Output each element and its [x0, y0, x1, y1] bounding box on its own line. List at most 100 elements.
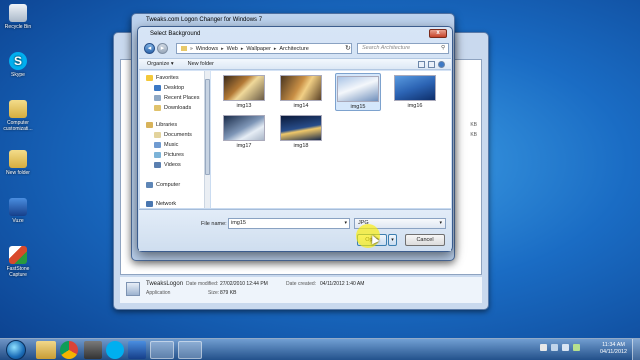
- file-name: img15: [350, 104, 366, 110]
- taskbar-vuze-icon[interactable]: [128, 341, 146, 359]
- desktop-icon-new-folder[interactable]: New folder: [2, 150, 34, 176]
- network-icon[interactable]: [551, 344, 558, 351]
- flag-icon[interactable]: [540, 344, 547, 351]
- open-dropdown-button[interactable]: ▾: [388, 234, 397, 246]
- application-icon: [126, 282, 140, 296]
- show-desktop-button[interactable]: [632, 339, 640, 360]
- nav-label: Network: [156, 201, 177, 207]
- select-background-dialog: Select Background x ◂ ▸ » Windows ▸ Web …: [137, 26, 453, 252]
- date-created-value: 04/11/2012 1:40 AM: [320, 281, 365, 287]
- image-preview: [280, 75, 322, 101]
- file-thumbnail[interactable]: img13: [221, 75, 267, 109]
- file-name: img13: [236, 103, 252, 109]
- command-toolbar: Organize ▾ New folder: [139, 58, 451, 70]
- recycle-bin-icon: [9, 4, 27, 22]
- organize-button[interactable]: Organize ▾: [147, 61, 174, 67]
- desktop-icon-computer-customization[interactable]: Computer customizati...: [2, 100, 34, 132]
- libraries-icon: [146, 122, 153, 128]
- taskbar-window-icon[interactable]: [178, 341, 202, 359]
- navigation-bar: ◂ ▸ » Windows ▸ Web ▸ Wallpaper ▸ Archit…: [142, 42, 449, 56]
- desktop-icon-skype[interactable]: S Skype: [2, 52, 34, 78]
- power-icon[interactable]: [573, 344, 580, 351]
- desktop-icon-label: New folder: [6, 170, 30, 176]
- image-preview: [394, 75, 436, 101]
- search-input[interactable]: Search Architecture ⚲: [357, 43, 449, 54]
- file-name: img18: [293, 143, 309, 149]
- taskbar-media-icon[interactable]: [84, 341, 102, 359]
- music-icon: [154, 142, 161, 148]
- details-pane: TweaksLogon Application Date modified: 2…: [120, 277, 482, 303]
- nav-computer[interactable]: Computer: [146, 182, 180, 188]
- refresh-icon[interactable]: ↻: [345, 44, 351, 52]
- desktop-icon-faststone[interactable]: FastStone Capture: [2, 246, 34, 278]
- computer-icon: [146, 182, 153, 188]
- nav-documents[interactable]: Documents: [154, 132, 192, 138]
- view-options-icon[interactable]: [418, 61, 425, 68]
- taskbar-window-icon[interactable]: [150, 341, 174, 359]
- clock-time: 11:34 AM: [602, 342, 625, 348]
- cancel-button[interactable]: Cancel: [405, 234, 445, 246]
- nav-label: Pictures: [164, 152, 184, 158]
- image-preview: [223, 115, 265, 141]
- nav-downloads[interactable]: Downloads: [154, 105, 191, 111]
- new-folder-button[interactable]: New folder: [188, 61, 214, 67]
- file-thumbnail[interactable]: img14: [278, 75, 324, 109]
- file-thumbnail[interactable]: img18: [278, 115, 324, 149]
- nav-recent-places[interactable]: Recent Places: [154, 95, 199, 101]
- nav-music[interactable]: Music: [154, 142, 178, 148]
- clock[interactable]: 11:34 AM 04/11/2012: [600, 342, 627, 356]
- taskbar-skype-icon[interactable]: [106, 341, 124, 359]
- file-name: img14: [293, 103, 309, 109]
- preview-pane-icon[interactable]: [428, 61, 435, 68]
- taskbar-chrome-icon[interactable]: [60, 341, 78, 359]
- volume-icon[interactable]: [562, 344, 569, 351]
- start-button[interactable]: [6, 340, 26, 360]
- desktop-icon-vuze[interactable]: Vuze: [2, 198, 34, 224]
- navigation-pane: Favorites Desktop Recent Places Download…: [140, 71, 210, 208]
- nav-libraries[interactable]: Libraries: [146, 122, 177, 128]
- forward-button[interactable]: ▸: [157, 43, 168, 54]
- file-thumbnail[interactable]: img16: [392, 75, 438, 109]
- file-name-value: img15: [231, 220, 246, 226]
- nav-label: Favorites: [156, 75, 179, 81]
- breadcrumb[interactable]: » Windows ▸ Web ▸ Wallpaper ▸ Architectu…: [176, 43, 352, 54]
- breadcrumb-item[interactable]: Architecture: [279, 46, 308, 52]
- dialog-title: Select Background: [150, 31, 201, 37]
- dialog-footer: File name: img15 ▾ JPG ▾ Open ▾ Cancel: [139, 209, 451, 251]
- desktop-icon-recycle-bin[interactable]: Recycle Bin: [2, 4, 34, 30]
- taskbar-explorer-icon[interactable]: [36, 341, 56, 359]
- downloads-icon: [154, 105, 161, 111]
- system-tray: [540, 344, 580, 351]
- network-icon: [146, 201, 153, 207]
- scrollbar-thumb[interactable]: [205, 79, 210, 175]
- close-button[interactable]: x: [429, 29, 447, 38]
- pictures-icon: [154, 152, 161, 158]
- help-icon[interactable]: [438, 61, 445, 68]
- back-button[interactable]: ◂: [144, 43, 155, 54]
- breadcrumb-item[interactable]: Windows: [196, 46, 218, 52]
- desktop-icon-label: FastStone Capture: [6, 266, 30, 278]
- image-preview: [337, 76, 379, 102]
- chevron-down-icon[interactable]: ▾: [344, 219, 347, 228]
- nav-network[interactable]: Network: [146, 201, 176, 207]
- file-name-input[interactable]: img15 ▾: [228, 218, 350, 229]
- breadcrumb-item[interactable]: Web: [227, 46, 238, 52]
- file-thumbnail[interactable]: img17: [221, 115, 267, 149]
- date-modified-label: Date modified:: [186, 281, 219, 287]
- folder-icon: [9, 150, 27, 168]
- nav-favorites[interactable]: Favorites: [146, 75, 179, 81]
- nav-desktop[interactable]: Desktop: [154, 85, 184, 91]
- navigation-scrollbar[interactable]: [204, 71, 210, 208]
- file-thumbnail-selected[interactable]: img15: [335, 73, 381, 111]
- size-cell: KB: [470, 122, 477, 128]
- size-cell: KB: [470, 132, 477, 138]
- size-label: Size:: [208, 290, 220, 296]
- breadcrumb-item[interactable]: Wallpaper: [246, 46, 271, 52]
- faststone-icon: [9, 246, 27, 264]
- nav-label: Videos: [164, 162, 181, 168]
- nav-videos[interactable]: Videos: [154, 162, 181, 168]
- window-title: Tweaks.com Logon Changer for Windows 7: [146, 17, 263, 23]
- nav-pictures[interactable]: Pictures: [154, 152, 184, 158]
- videos-icon: [154, 162, 161, 168]
- nav-label: Desktop: [164, 85, 185, 91]
